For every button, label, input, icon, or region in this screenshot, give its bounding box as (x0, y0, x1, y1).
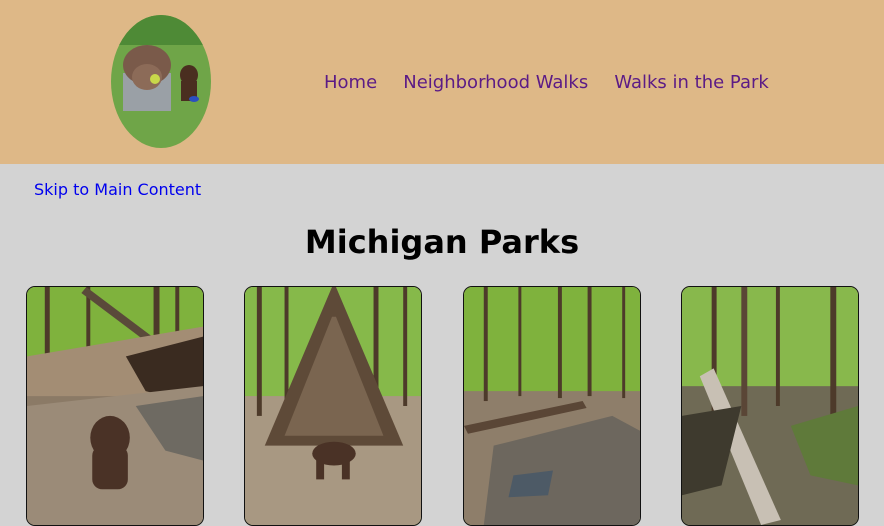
gallery-photo[interactable] (681, 286, 859, 526)
page-title: Michigan Parks (304, 223, 580, 261)
gallery-photo[interactable] (244, 286, 422, 526)
bison-statue-and-dog-photo-icon (111, 15, 211, 148)
dog-by-creek-photo-icon (27, 287, 203, 525)
stick-teepee-and-dog-photo-icon (245, 287, 421, 525)
dry-creek-bed-photo-icon (464, 287, 640, 525)
gallery-photo[interactable] (26, 286, 204, 526)
logo[interactable] (111, 15, 211, 148)
main-nav: Home Neighborhood Walks Walks in the Par… (324, 72, 790, 93)
site-header: Home Neighborhood Walks Walks in the Par… (0, 0, 884, 164)
photo-gallery (0, 286, 884, 526)
skip-to-main-link[interactable]: Skip to Main Content (34, 180, 201, 199)
gallery-photo[interactable] (463, 286, 641, 526)
nav-home[interactable]: Home (324, 72, 377, 93)
nav-walks-in-the-park[interactable]: Walks in the Park (614, 72, 769, 93)
fallen-log-in-woods-photo-icon (682, 287, 858, 525)
nav-neighborhood-walks[interactable]: Neighborhood Walks (403, 72, 588, 93)
